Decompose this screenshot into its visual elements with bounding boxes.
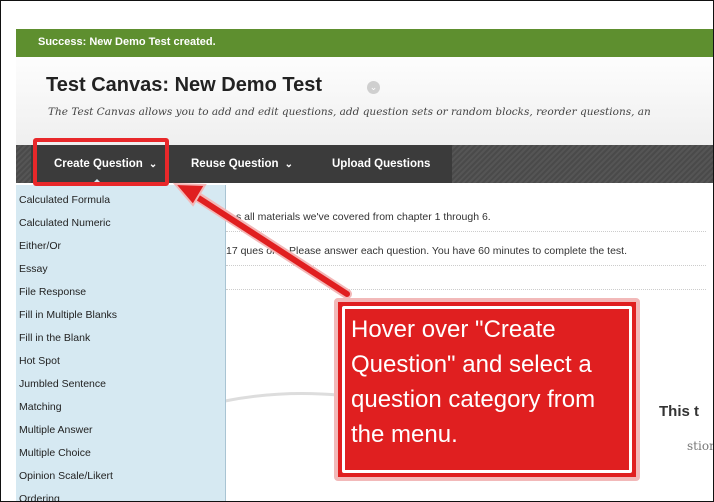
screenshot-frame: Success: New Demo Test created. Test Can… — [0, 0, 714, 502]
arrow-shaft — [194, 194, 350, 297]
instruction-callout: Hover over "Create Question" and select … — [334, 298, 640, 481]
callout-text: Hover over "Create Question" and select … — [351, 316, 596, 448]
